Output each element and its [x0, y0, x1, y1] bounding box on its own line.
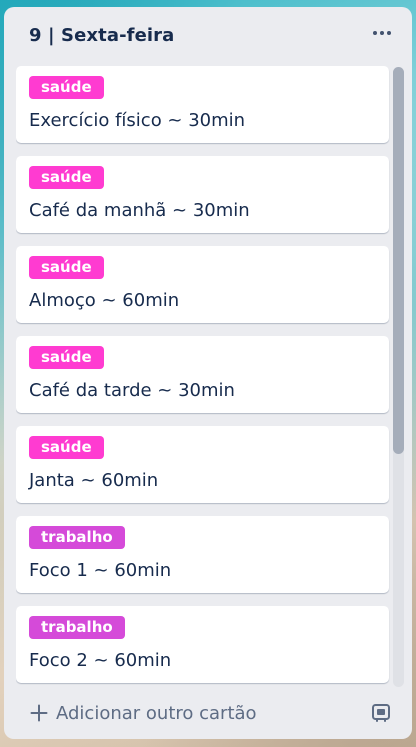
plus-icon: [30, 704, 48, 722]
menu-dot: [380, 31, 384, 35]
card-label: trabalho: [29, 616, 125, 639]
card-title: Café da tarde ~ 30min: [29, 380, 235, 401]
card[interactable]: saúde Exercício físico ~ 30min: [16, 66, 389, 143]
card[interactable]: saúde Janta ~ 60min: [16, 426, 389, 503]
card-template-icon[interactable]: [370, 701, 392, 723]
list-scrollbar[interactable]: [393, 67, 404, 687]
card[interactable]: saúde Café da manhã ~ 30min: [16, 156, 389, 233]
menu-dot: [373, 31, 377, 35]
card[interactable]: saúde Almoço ~ 60min: [16, 246, 389, 323]
card[interactable]: trabalho Foco 2 ~ 60min: [16, 606, 389, 683]
card-label: saúde: [29, 436, 104, 459]
card-label: saúde: [29, 346, 104, 369]
card[interactable]: saúde Café da tarde ~ 30min: [16, 336, 389, 413]
menu-dot: [387, 31, 391, 35]
card-title: Foco 2 ~ 60min: [29, 650, 172, 671]
card-label: saúde: [29, 166, 104, 189]
list-header: 9 | Sexta-feira: [4, 7, 412, 65]
card-title: Foco 1 ~ 60min: [29, 560, 172, 581]
card-title: Café da manhã ~ 30min: [29, 200, 250, 221]
more-horizontal-icon[interactable]: [370, 21, 394, 45]
card[interactable]: trabalho Foco 1 ~ 60min: [16, 516, 389, 593]
list-title[interactable]: 9 | Sexta-feira: [29, 25, 174, 46]
add-card-button[interactable]: Adicionar outro cartão: [30, 699, 257, 727]
list-footer: Adicionar outro cartão: [4, 685, 412, 739]
card-list: saúde Exercício físico ~ 30min saúde Caf…: [16, 66, 390, 688]
add-card-label: Adicionar outro cartão: [56, 702, 257, 724]
card-title: Almoço ~ 60min: [29, 290, 180, 311]
card-title: Janta ~ 60min: [29, 470, 159, 491]
card-label: saúde: [29, 256, 104, 279]
card-label: trabalho: [29, 526, 125, 549]
scrollbar-thumb[interactable]: [393, 67, 404, 454]
list-column: 9 | Sexta-feira saúde Exercício físico ~…: [4, 7, 412, 739]
card-title: Exercício físico ~ 30min: [29, 110, 246, 131]
card-label: saúde: [29, 76, 104, 99]
